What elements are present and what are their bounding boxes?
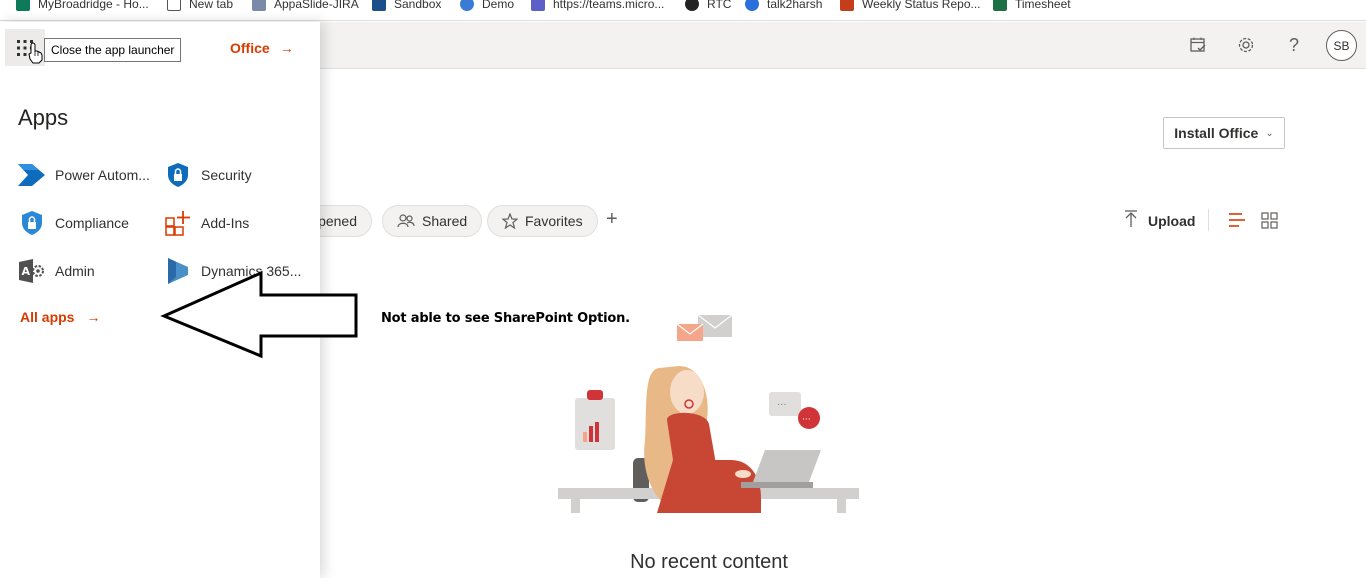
hand-cursor-icon [28, 42, 44, 69]
apps-heading: Apps [18, 105, 69, 130]
arrow-right-icon: → [86, 309, 101, 325]
add-ins-icon [164, 209, 192, 237]
list-view-icon[interactable] [1228, 212, 1246, 233]
bookmark-demo[interactable]: Demo [460, 0, 514, 14]
avatar[interactable]: SB [1326, 30, 1357, 61]
teams-icon [531, 0, 545, 11]
tile-view-icon[interactable] [1261, 212, 1278, 234]
bookmark-mybroadridge[interactable]: MyBroadridge - Ho... [16, 0, 149, 14]
svg-text:···: ··· [802, 415, 811, 425]
bookmark-rtc[interactable]: RTC [685, 0, 731, 14]
w-icon [745, 0, 759, 11]
compliance-shield-icon [18, 209, 46, 237]
demo-icon [460, 0, 474, 11]
bookmark-weekly-status[interactable]: Weekly Status Repo... [840, 0, 981, 14]
svg-text:A: A [22, 265, 31, 278]
bookmark-teams[interactable]: https://teams.micro... [531, 0, 664, 14]
empty-state-illustration: ··· ··· [555, 310, 865, 525]
jira-icon [252, 0, 266, 11]
app-add-ins[interactable]: Add-Ins [164, 209, 249, 237]
bookmark-talk2harsh[interactable]: talk2harsh [745, 0, 822, 14]
annotation-arrow-icon [160, 270, 360, 365]
security-shield-icon [164, 161, 192, 189]
office-link[interactable]: Office → [230, 40, 294, 56]
upload-button[interactable]: Upload [1124, 210, 1195, 231]
help-icon[interactable]: ? [1281, 32, 1307, 58]
upload-icon [1124, 210, 1138, 231]
add-filter-icon[interactable]: + [606, 208, 618, 231]
bookmark-timesheet[interactable]: Timesheet [993, 0, 1071, 14]
arrow-right-icon: → [279, 40, 294, 56]
sandbox-icon [372, 0, 386, 11]
filter-shared[interactable]: Shared [382, 205, 483, 237]
people-icon [397, 214, 415, 228]
app-security[interactable]: Security [164, 161, 252, 189]
excel-icon [993, 0, 1007, 11]
filter-favorites[interactable]: Favorites [487, 205, 598, 237]
bookmarks-bar: MyBroadridge - Ho... New tab AppaSlide-J… [0, 0, 1366, 21]
app-power-automate[interactable]: Power Autom... [18, 161, 150, 189]
install-office-button[interactable]: Install Office ⌄ [1163, 117, 1285, 149]
launcher-tooltip: Close the app launcher [44, 38, 181, 62]
star-icon [502, 213, 518, 229]
empty-state-title: No recent content [630, 551, 788, 573]
app-admin[interactable]: A Admin [18, 257, 95, 285]
all-apps-link[interactable]: All apps → [20, 309, 100, 325]
settings-icon[interactable] [1233, 32, 1259, 58]
sharepoint-icon [16, 0, 30, 11]
bookmark-new-tab[interactable]: New tab [167, 0, 233, 14]
chevron-down-icon: ⌄ [1265, 127, 1274, 139]
page-icon [167, 0, 181, 11]
app-compliance[interactable]: Compliance [18, 209, 129, 237]
powerpoint-icon [840, 0, 854, 11]
angular-icon [685, 0, 699, 11]
bookmark-jira[interactable]: AppaSlide-JIRA [252, 0, 359, 14]
power-automate-icon [18, 161, 46, 189]
svg-text:···: ··· [777, 400, 787, 411]
toolbar-divider [1208, 209, 1209, 231]
admin-icon: A [18, 257, 46, 285]
bookmark-sandbox[interactable]: Sandbox [372, 0, 441, 14]
calendar-check-icon[interactable] [1185, 32, 1211, 58]
